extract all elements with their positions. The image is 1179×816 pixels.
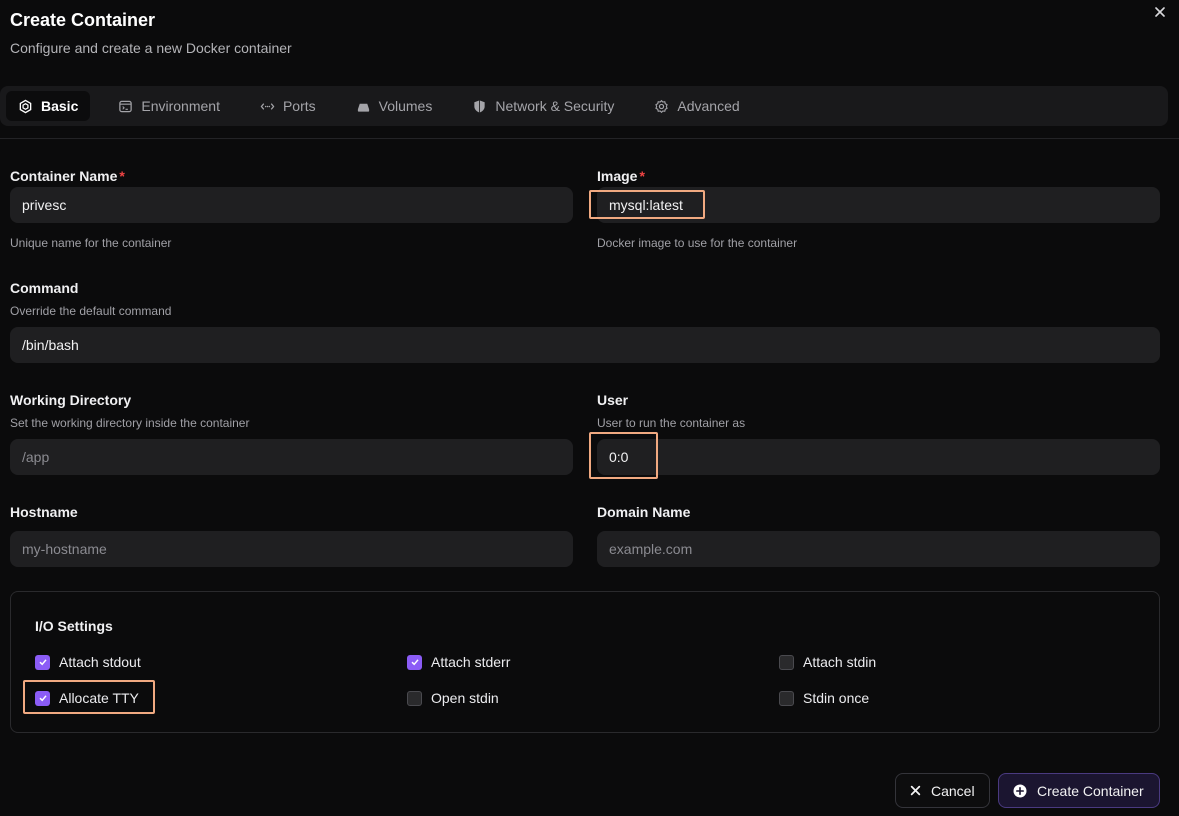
checkbox-label: Stdin once [803, 690, 870, 706]
attach-stdin-checkbox[interactable]: Attach stdin [779, 654, 876, 670]
checkbox-checked-icon [35, 654, 50, 670]
tab-environment[interactable]: Environment [106, 91, 232, 121]
plus-circle-icon [1013, 784, 1027, 797]
checkbox-label: Open stdin [431, 690, 499, 706]
required-marker: * [119, 168, 125, 184]
tab-label: Environment [141, 98, 220, 114]
checkbox-label: Attach stderr [431, 654, 511, 670]
domain-name-input[interactable]: example.com [597, 531, 1160, 567]
checkbox-unchecked-icon [407, 690, 422, 706]
tab-volumes[interactable]: Volumes [344, 91, 445, 121]
tab-label: Advanced [677, 98, 740, 114]
container-name-input[interactable]: privesc [10, 187, 573, 223]
working-directory-help: Set the working directory inside the con… [10, 416, 250, 430]
create-container-button[interactable]: Create Container [998, 773, 1160, 808]
gear-icon [655, 99, 669, 113]
cancel-label: Cancel [931, 782, 975, 799]
tab-advanced[interactable]: Advanced [642, 91, 751, 121]
user-input[interactable]: 0:0 [597, 439, 1160, 475]
attach-stderr-checkbox[interactable]: Attach stderr [407, 654, 510, 670]
dialog-subtitle: Configure and create a new Docker contai… [10, 40, 292, 56]
allocate-tty-checkbox[interactable]: Allocate TTY [35, 690, 139, 706]
dialog-title: Create Container [10, 10, 156, 30]
x-icon [910, 785, 921, 796]
checkbox-label: Attach stdout [59, 654, 141, 670]
tab-basic[interactable]: Basic [6, 91, 91, 121]
checkbox-label: Allocate TTY [59, 690, 139, 706]
working-directory-input[interactable]: /app [10, 439, 573, 475]
open-stdin-checkbox[interactable]: Open stdin [407, 690, 499, 706]
domain-name-label: Domain Name [597, 504, 691, 520]
tab-label: Volumes [378, 98, 433, 114]
user-label: User [597, 392, 629, 408]
image-label: Image * [597, 168, 645, 184]
docker-hex-icon [19, 99, 32, 113]
checkbox-label: Attach stdin [803, 654, 877, 670]
tab-bar: Basic Environment Ports Volumes Network … [0, 86, 1168, 126]
shield-icon [474, 99, 485, 113]
checkbox-unchecked-icon [779, 654, 794, 670]
tab-ports[interactable]: Ports [248, 91, 328, 121]
container-name-label: Container Name * [10, 168, 125, 184]
tab-label: Basic [41, 98, 79, 114]
arrows-icon [260, 102, 275, 110]
image-help: Docker image to use for the container [597, 236, 798, 250]
container-name-help: Unique name for the container [10, 236, 172, 250]
cancel-button[interactable]: Cancel [895, 773, 990, 808]
env-icon [119, 100, 133, 112]
user-help: User to run the container as [597, 416, 746, 430]
stdin-once-checkbox[interactable]: Stdin once [779, 690, 869, 706]
command-input[interactable]: /bin/bash [10, 327, 1160, 363]
hostname-input[interactable]: my-hostname [10, 531, 573, 567]
checkbox-checked-icon [35, 690, 50, 706]
required-marker: * [639, 168, 645, 184]
tab-label: Network & Security [495, 98, 615, 114]
io-settings-panel [10, 591, 1160, 733]
create-label: Create Container [1037, 782, 1144, 799]
tab-label: Ports [282, 98, 316, 114]
divider [0, 138, 1179, 139]
hostname-label: Hostname [10, 504, 78, 520]
command-help: Override the default command [10, 304, 172, 318]
tab-network-security[interactable]: Network & Security [460, 91, 626, 121]
command-label: Command [10, 280, 79, 296]
close-icon[interactable] [1152, 4, 1168, 20]
image-input[interactable]: mysql:latest [597, 187, 1160, 223]
working-directory-label: Working Directory [10, 392, 132, 408]
checkbox-unchecked-icon [779, 690, 794, 706]
drive-icon [357, 103, 369, 112]
io-settings-title: I/O Settings [35, 618, 113, 634]
attach-stdout-checkbox[interactable]: Attach stdout [35, 654, 141, 670]
checkbox-checked-icon [407, 654, 422, 670]
